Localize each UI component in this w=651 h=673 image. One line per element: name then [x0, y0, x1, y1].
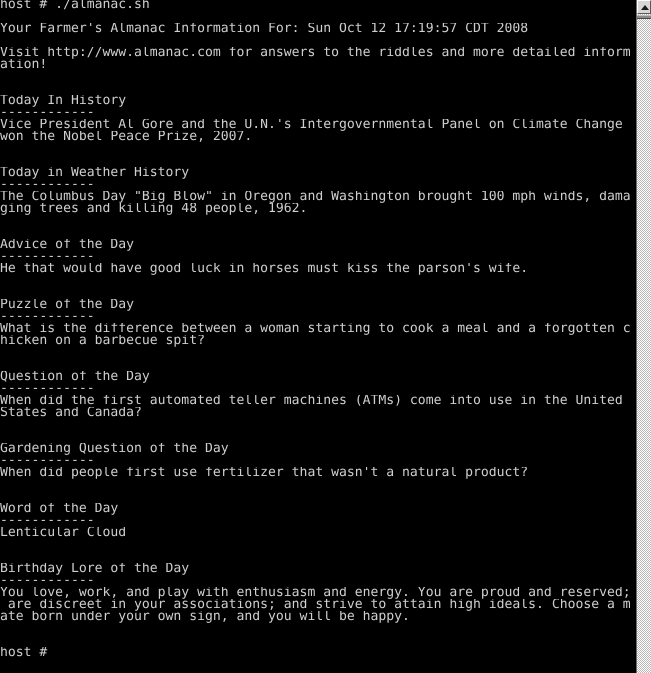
triangle-up-icon — [641, 5, 649, 10]
terminal-line: ------------ — [0, 515, 95, 527]
scrollbar-up-button[interactable] — [637, 0, 651, 14]
scrollbar-thumb[interactable] — [637, 15, 651, 19]
terminal-line: ------------ — [0, 575, 95, 587]
terminal-line: ging trees and killing 48 people, 1962. — [0, 203, 308, 215]
terminal-line: Today In History — [0, 95, 127, 107]
terminal-line: host # ./almanac.sh — [0, 0, 150, 11]
terminal-line: are discreet in your associations; and s… — [0, 599, 631, 611]
terminal-line: ate born under your own sign, and you wi… — [0, 611, 410, 623]
terminal-line: ------------ — [0, 179, 95, 191]
terminal-line: Advice of the Day — [0, 239, 135, 251]
terminal-line: Visit http://www.almanac.com for answers… — [0, 47, 631, 59]
terminal-line: When did the first automated teller mach… — [0, 395, 623, 407]
terminal-window: host # ./almanac.sh Your Farmer's Almana… — [0, 0, 651, 673]
terminal-line: hicken on a barbecue spit? — [0, 335, 205, 347]
terminal-line: States and Canada? — [0, 407, 142, 419]
terminal-line: ------------ — [0, 383, 95, 395]
terminal-line: Today in Weather History — [0, 167, 190, 179]
terminal-line: Vice President Al Gore and the U.N.'s In… — [0, 119, 623, 131]
terminal-line: won the Nobel Peace Prize, 2007. — [0, 131, 253, 143]
terminal-line: Birthday Lore of the Day — [0, 563, 190, 575]
terminal-line: Gardening Question of the Day — [0, 443, 229, 455]
terminal-line: The Columbus Day "Big Blow" in Oregon an… — [0, 191, 631, 203]
terminal-line: Puzzle of the Day — [0, 299, 135, 311]
terminal-text-buffer: host # ./almanac.sh Your Farmer's Almana… — [0, 0, 636, 659]
terminal-line: ation! — [0, 59, 48, 71]
terminal-line: When did people first use fertilizer tha… — [0, 467, 529, 479]
terminal-line: Lenticular Cloud — [0, 527, 127, 539]
terminal-line: What is the difference between a woman s… — [0, 323, 631, 335]
terminal-line: He that would have good luck in horses m… — [0, 263, 529, 275]
terminal-line: host # — [0, 647, 56, 659]
terminal-line: ------------ — [0, 455, 95, 467]
terminal-line: Word of the Day — [0, 503, 119, 515]
terminal-line: ------------ — [0, 311, 95, 323]
terminal-line: ------------ — [0, 107, 95, 119]
terminal-line: You love, work, and play with enthusiasm… — [0, 587, 631, 599]
terminal-line: Question of the Day — [0, 371, 150, 383]
scrollbar-trough[interactable] — [636, 0, 651, 673]
terminal-line: Your Farmer's Almanac Information For: S… — [0, 23, 529, 35]
vertical-scrollbar[interactable] — [636, 0, 651, 673]
terminal-output-area[interactable]: host # ./almanac.sh Your Farmer's Almana… — [0, 0, 636, 673]
terminal-line: ------------ — [0, 251, 95, 263]
